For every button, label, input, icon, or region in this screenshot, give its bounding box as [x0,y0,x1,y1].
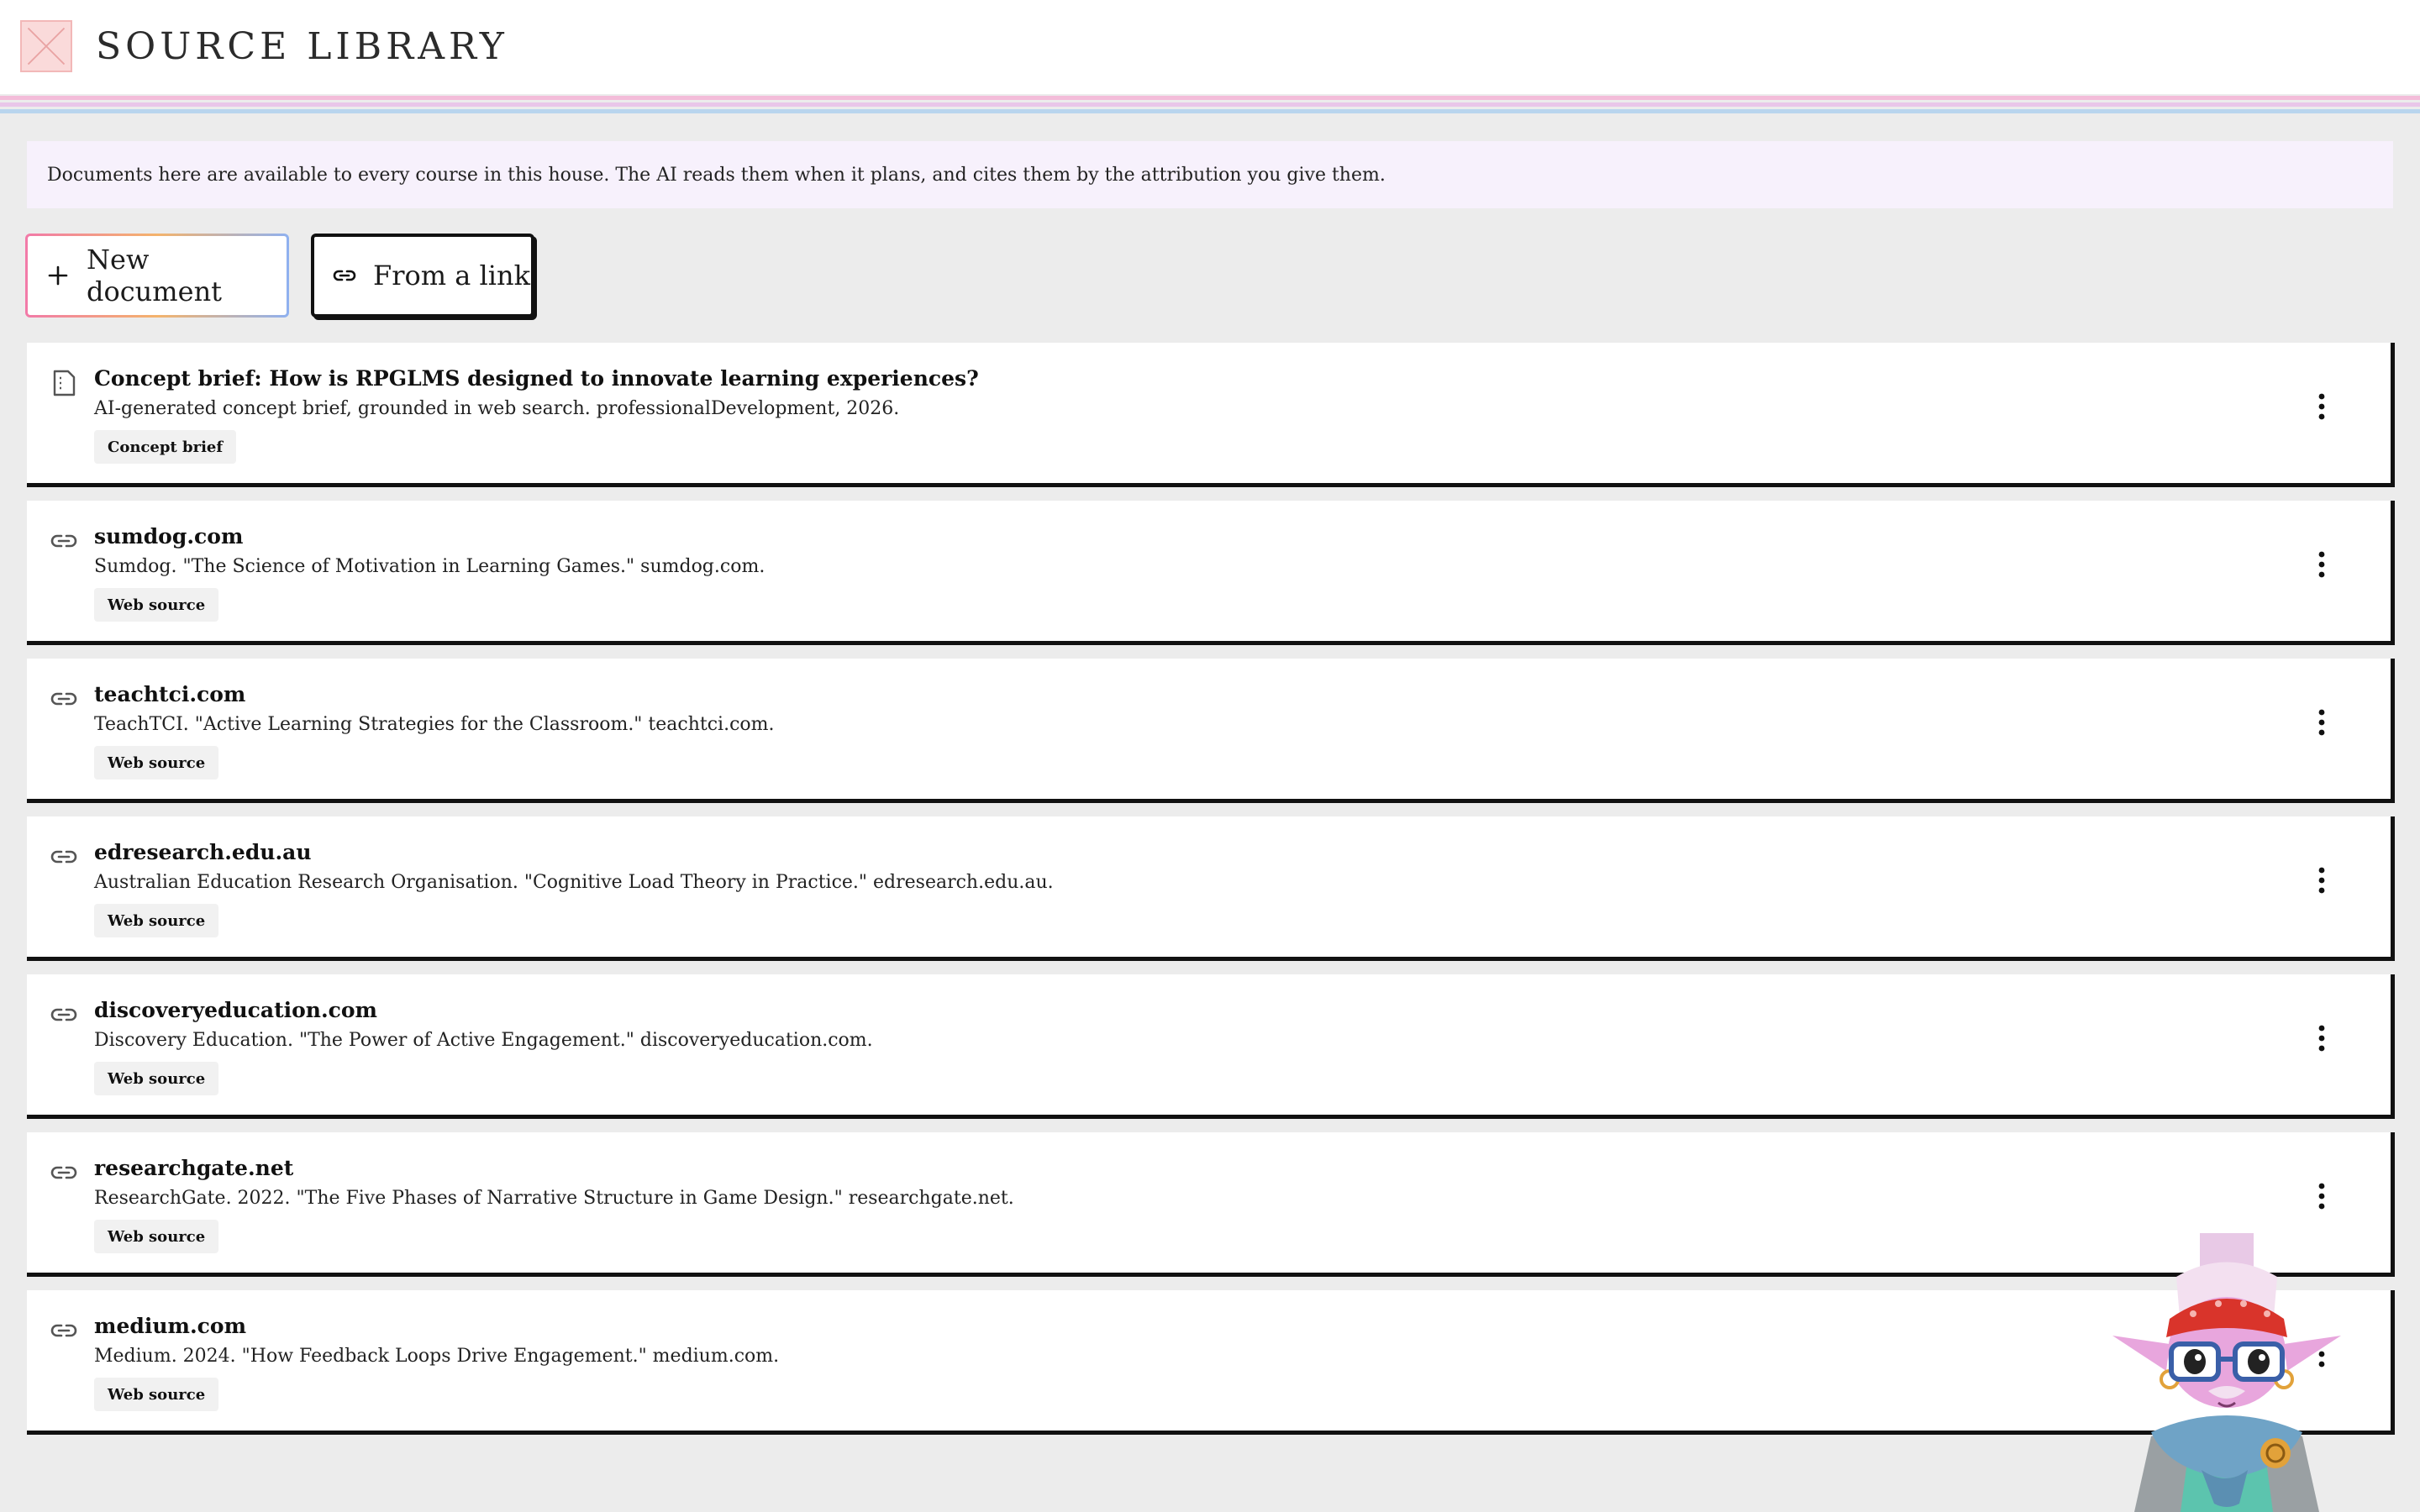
document-type-badge: Web source [94,904,219,937]
document-citation: Discovery Education. "The Power of Activ… [94,1030,873,1051]
document-type-badge: Concept brief [94,430,237,464]
from-link-label: From a link [373,260,530,291]
document-card[interactable]: researchgate.net ResearchGate. 2022. "Th… [27,1132,2395,1277]
document-type-badge: Web source [94,746,219,780]
document-list: Concept brief: How is RPGLMS designed to… [27,343,2400,1448]
link-icon [49,1315,79,1346]
document-citation: AI-generated concept brief, grounded in … [94,398,900,419]
link-icon [49,526,79,556]
more-options-icon[interactable] [2305,390,2338,423]
document-citation: ResearchGate. 2022. "The Five Phases of … [94,1188,1014,1209]
document-card[interactable]: discoveryeducation.com Discovery Educati… [27,974,2395,1119]
app-header: SOURCE LIBRARY [0,0,2420,94]
document-icon [49,368,79,398]
stripe-lilac [0,102,2420,107]
document-type-badge: Web source [94,1220,219,1253]
document-title: Concept brief: How is RPGLMS designed to… [94,366,979,391]
link-icon [49,842,79,872]
document-title: researchgate.net [94,1156,294,1180]
library-notice: Documents here are available to every co… [27,141,2393,208]
document-title: sumdog.com [94,524,244,549]
document-title: medium.com [94,1314,247,1338]
link-icon [49,1000,79,1030]
link-icon [49,684,79,714]
document-type-badge: Web source [94,1378,219,1411]
stripe-blue [0,109,2420,113]
new-document-button[interactable]: New document [25,234,289,318]
document-citation: Sumdog. "The Science of Motivation in Le… [94,556,765,577]
document-type-badge: Web source [94,1062,219,1095]
new-document-label: New document [87,244,223,307]
mascot-character[interactable] [2101,1226,2353,1512]
from-link-button[interactable]: From a link [311,234,534,318]
logo-icon [20,20,72,72]
document-type-badge: Web source [94,588,219,622]
notice-text: Documents here are available to every co… [47,164,1386,186]
document-title: edresearch.edu.au [94,840,312,864]
more-options-icon[interactable] [2305,548,2338,581]
stripe-pink [0,96,2420,100]
more-options-icon[interactable] [2305,1021,2338,1055]
document-card[interactable]: Concept brief: How is RPGLMS designed to… [27,343,2395,487]
more-options-icon[interactable] [2305,1179,2338,1213]
document-card[interactable]: edresearch.edu.au Australian Education R… [27,816,2395,961]
document-title: discoveryeducation.com [94,998,378,1022]
more-options-icon[interactable] [2305,864,2338,897]
document-citation: Australian Education Research Organisati… [94,872,1054,893]
document-citation: TeachTCI. "Active Learning Strategies fo… [94,714,775,735]
page-title: SOURCE LIBRARY [96,25,508,68]
document-citation: Medium. 2024. "How Feedback Loops Drive … [94,1346,780,1367]
link-icon [331,262,358,289]
document-title: teachtci.com [94,682,246,706]
document-card[interactable]: teachtci.com TeachTCI. "Active Learning … [27,659,2395,803]
more-options-icon[interactable] [2305,706,2338,739]
document-card[interactable]: sumdog.com Sumdog. "The Science of Motiv… [27,501,2395,645]
plus-icon [45,262,71,289]
link-icon [49,1158,79,1188]
header-stripes [0,94,2420,114]
document-card[interactable]: medium.com Medium. 2024. "How Feedback L… [27,1290,2395,1435]
